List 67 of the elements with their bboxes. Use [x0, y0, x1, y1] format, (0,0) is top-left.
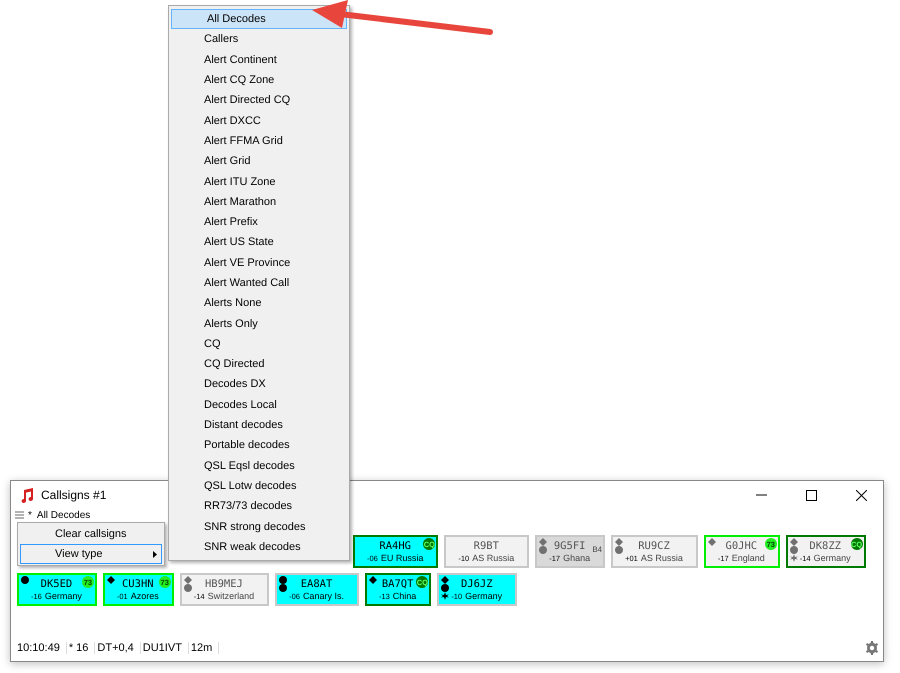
status-item: 12m	[188, 642, 220, 654]
menu-item[interactable]: QSL Eqsl decodes	[171, 456, 347, 476]
menu-item[interactable]: Distant decodes	[171, 414, 347, 436]
country-label: Switzerland	[208, 591, 254, 601]
status-item: DT+0,4	[95, 642, 141, 654]
worked-before-label: B4	[592, 545, 602, 554]
menu-item[interactable]: CQ	[171, 334, 347, 354]
callsign-label: G0JHC	[726, 540, 758, 553]
callsign-label: BA7QT	[382, 578, 414, 591]
country-label: Germany	[465, 591, 502, 601]
menu-item[interactable]: Alert US State	[171, 232, 347, 253]
view-type-label: * All Decodes	[28, 510, 90, 520]
menu-item[interactable]: CQ Directed	[171, 354, 347, 374]
maximize-icon	[806, 490, 816, 500]
callsign-label: 9G5FI	[554, 540, 586, 553]
country-label: Canary Is.	[302, 591, 344, 601]
music-note-icon	[19, 487, 35, 503]
callsign-label: R9BT	[474, 540, 499, 553]
country-label: AS Russia	[472, 553, 514, 563]
callsign-label: HB9MEJ	[204, 578, 243, 591]
country-label: Germany	[44, 591, 82, 601]
callsign-label: CU3HN	[122, 578, 154, 591]
country-label: Germany	[814, 553, 851, 563]
menu-item[interactable]: Alert VE Province	[171, 252, 347, 273]
menu-item[interactable]: Callers	[171, 29, 347, 50]
menu-item[interactable]: Alerts Only	[171, 313, 347, 334]
country-label: AS Russia	[640, 553, 683, 563]
country-label: EU Russia	[380, 553, 424, 563]
callsign-label: EA8AT	[300, 578, 332, 591]
window-title: Callsigns #1	[41, 488, 106, 502]
menu-item[interactable]: Alert Marathon	[171, 192, 347, 212]
country-label: China	[392, 591, 416, 601]
status-item: DU1IVT	[140, 642, 189, 654]
menu-item[interactable]: View type	[20, 544, 162, 564]
settings-icon[interactable]	[865, 641, 879, 655]
menu-item[interactable]: SNR weak decodes	[171, 536, 347, 558]
country-label: Ghana	[563, 553, 590, 563]
minimize-icon	[756, 494, 766, 496]
menu-item[interactable]: Alert FFMA Grid	[171, 130, 347, 152]
menu-item[interactable]: Clear callsigns	[20, 524, 162, 544]
menu-item[interactable]: Alert Wanted Call	[171, 272, 347, 294]
callsign-label: DK8ZZ	[809, 540, 841, 553]
callsign-label: DK5ED	[40, 578, 72, 591]
callsign-label: RA4HG	[379, 540, 411, 553]
menu-item[interactable]: Portable decodes	[171, 435, 347, 456]
menu-item[interactable]: Alert Prefix	[171, 212, 347, 232]
menu-item[interactable]: RR73/73 decodes	[171, 496, 347, 516]
menu-item[interactable]: QSL Lotw decodes	[171, 476, 347, 496]
status-item: * 16	[66, 642, 96, 654]
menu-item[interactable]: Alert Directed CQ	[171, 90, 347, 110]
menu-item[interactable]: Alert Continent	[171, 50, 347, 70]
country-label: England	[732, 553, 765, 563]
menu-item[interactable]: Alerts None	[171, 293, 347, 314]
close-icon	[856, 490, 866, 500]
menu-item[interactable]: Decodes DX	[171, 374, 347, 395]
menu-item[interactable]: All Decodes	[171, 9, 347, 30]
menu-item[interactable]: Alert ITU Zone	[171, 171, 347, 192]
status-item: 10:10:49	[15, 642, 67, 654]
menu-icon[interactable]	[15, 511, 24, 519]
callsign-label: RU9CZ	[638, 540, 670, 553]
menu-item[interactable]: Alert Grid	[171, 151, 347, 172]
callsign-label: DJ6JZ	[460, 578, 493, 591]
menu-item[interactable]: SNR strong decodes	[171, 516, 347, 537]
menu-item[interactable]: Decodes Local	[171, 394, 347, 415]
menu-item[interactable]: Alert CQ Zone	[171, 70, 347, 90]
country-label: Azores	[130, 591, 159, 601]
menu-item[interactable]: Alert DXCC	[171, 110, 347, 131]
